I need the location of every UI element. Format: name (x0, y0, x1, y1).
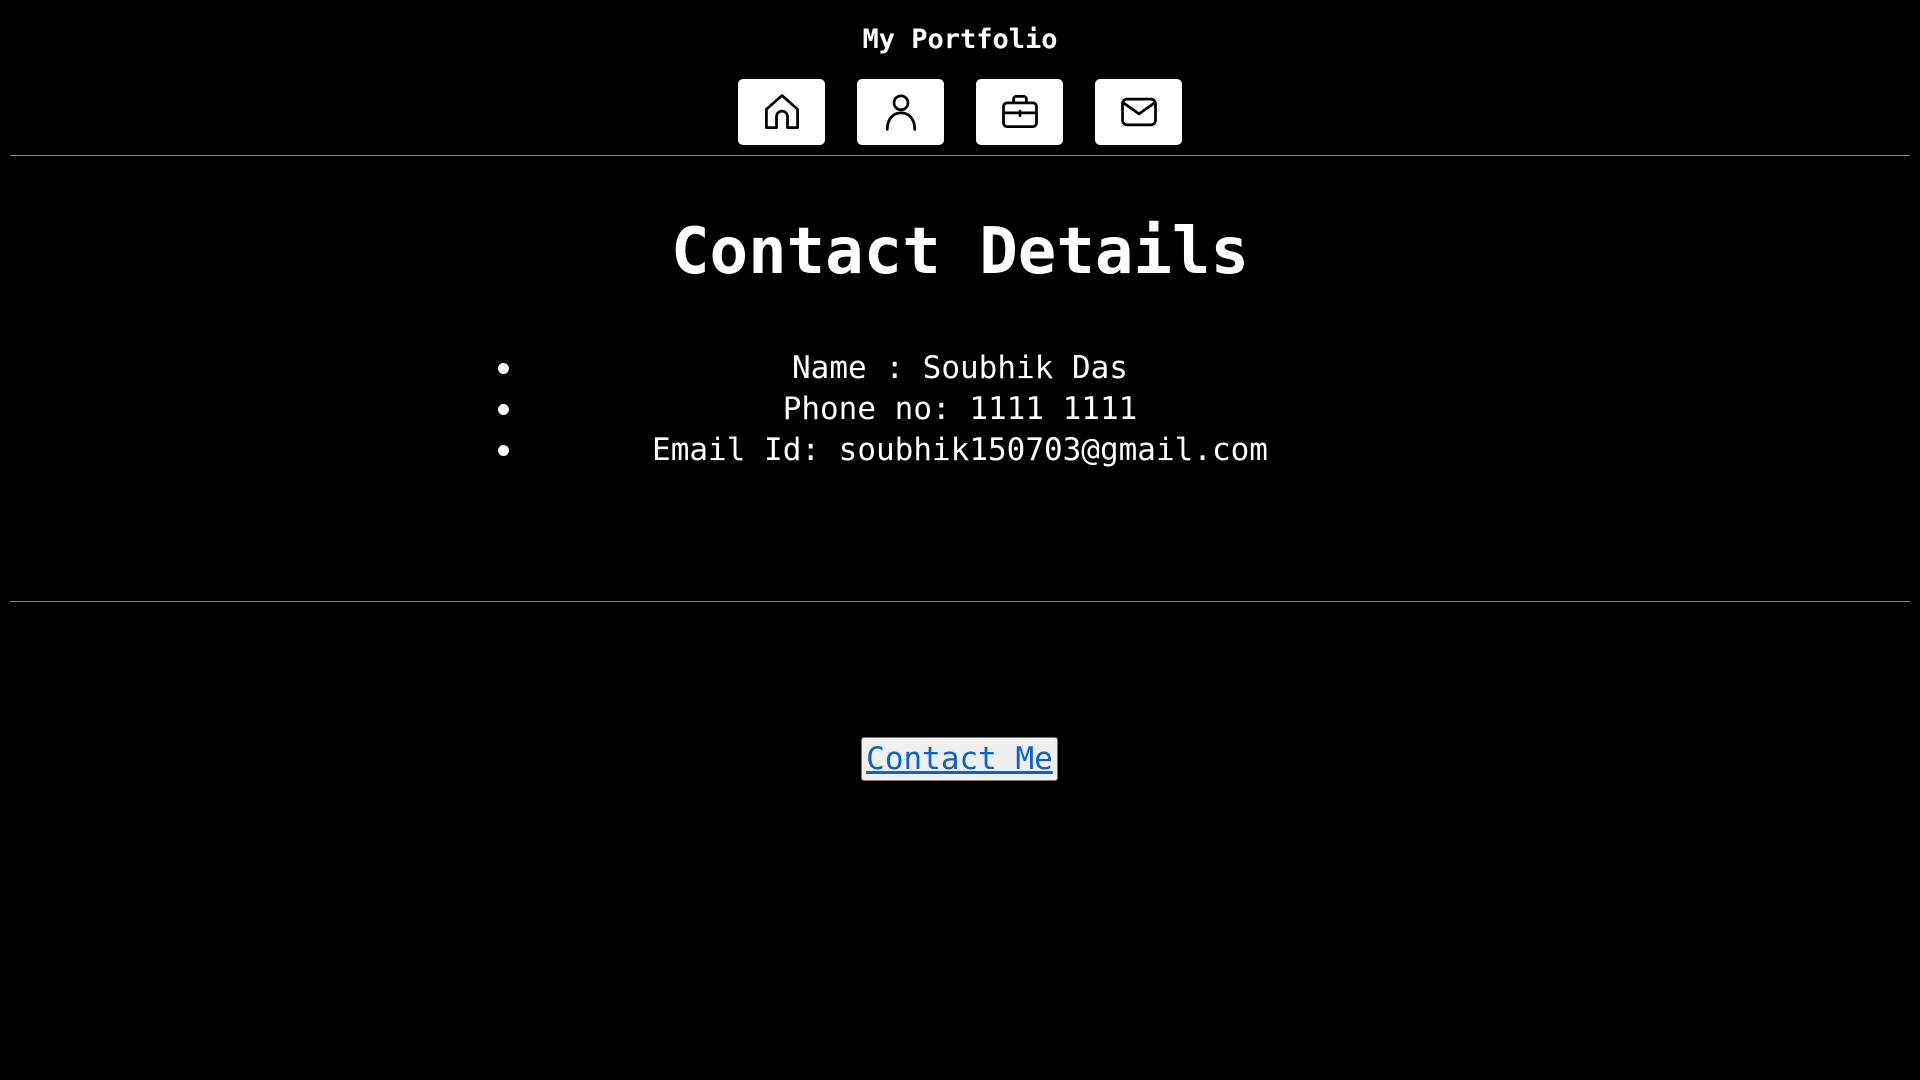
home-icon (764, 94, 799, 129)
bullet-icon (498, 404, 509, 415)
nav-bar (0, 79, 1920, 145)
nav-home-button[interactable] (738, 79, 825, 145)
contact-me-link[interactable]: Contact Me (866, 739, 1053, 779)
nav-work-button[interactable] (976, 79, 1063, 145)
bullet-icon (498, 363, 509, 374)
site-title: My Portfolio (862, 24, 1058, 55)
mail-icon (1120, 97, 1157, 127)
name-text: Name : Soubhik Das (792, 350, 1128, 386)
portfolio-page: My Portfolio Contact Details Name: Soub… (0, 0, 1920, 1080)
nav-contact-button[interactable] (1095, 79, 1182, 145)
list-item-email: Email Id: soubhik150703@gmail.com (0, 430, 1920, 471)
content-divider (10, 601, 1910, 602)
bullet-icon (498, 445, 509, 456)
user-icon (885, 94, 916, 131)
header-divider (10, 155, 1910, 156)
list-item-name: Name : Soubhik Das (0, 348, 1920, 389)
briefcase-icon (1001, 95, 1038, 129)
email-text: Email Id: soubhik150703@gmail.com (652, 432, 1268, 468)
list-item-phone: Phone no: 1111 1111 (0, 389, 1920, 430)
contact-details-list: Name : Soubhik Das Phone no: 1111 1111 E… (0, 348, 1920, 471)
nav-about-button[interactable] (857, 79, 944, 145)
page-title: Contact Details (671, 215, 1249, 289)
phone-text: Phone no: 1111 1111 (782, 391, 1138, 427)
contact-me-button[interactable]: Contact Me (861, 737, 1058, 781)
